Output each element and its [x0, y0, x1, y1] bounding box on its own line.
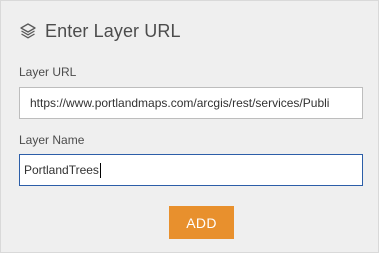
layer-url-input[interactable]: https://www.portlandmaps.com/arcgis/rest…	[19, 87, 363, 119]
layer-url-label: Layer URL	[19, 65, 77, 79]
panel-title: Enter Layer URL	[45, 20, 181, 41]
panel-header: Enter Layer URL	[19, 18, 181, 44]
layer-name-input[interactable]: PortlandTrees	[19, 154, 363, 186]
add-button[interactable]: ADD	[169, 206, 234, 239]
layer-name-value: PortlandTrees	[24, 163, 99, 177]
layers-icon	[19, 22, 37, 40]
enter-layer-url-panel: Enter Layer URL Layer URL https://www.po…	[0, 0, 379, 253]
layer-name-label: Layer Name	[19, 133, 85, 147]
text-caret	[99, 163, 101, 179]
